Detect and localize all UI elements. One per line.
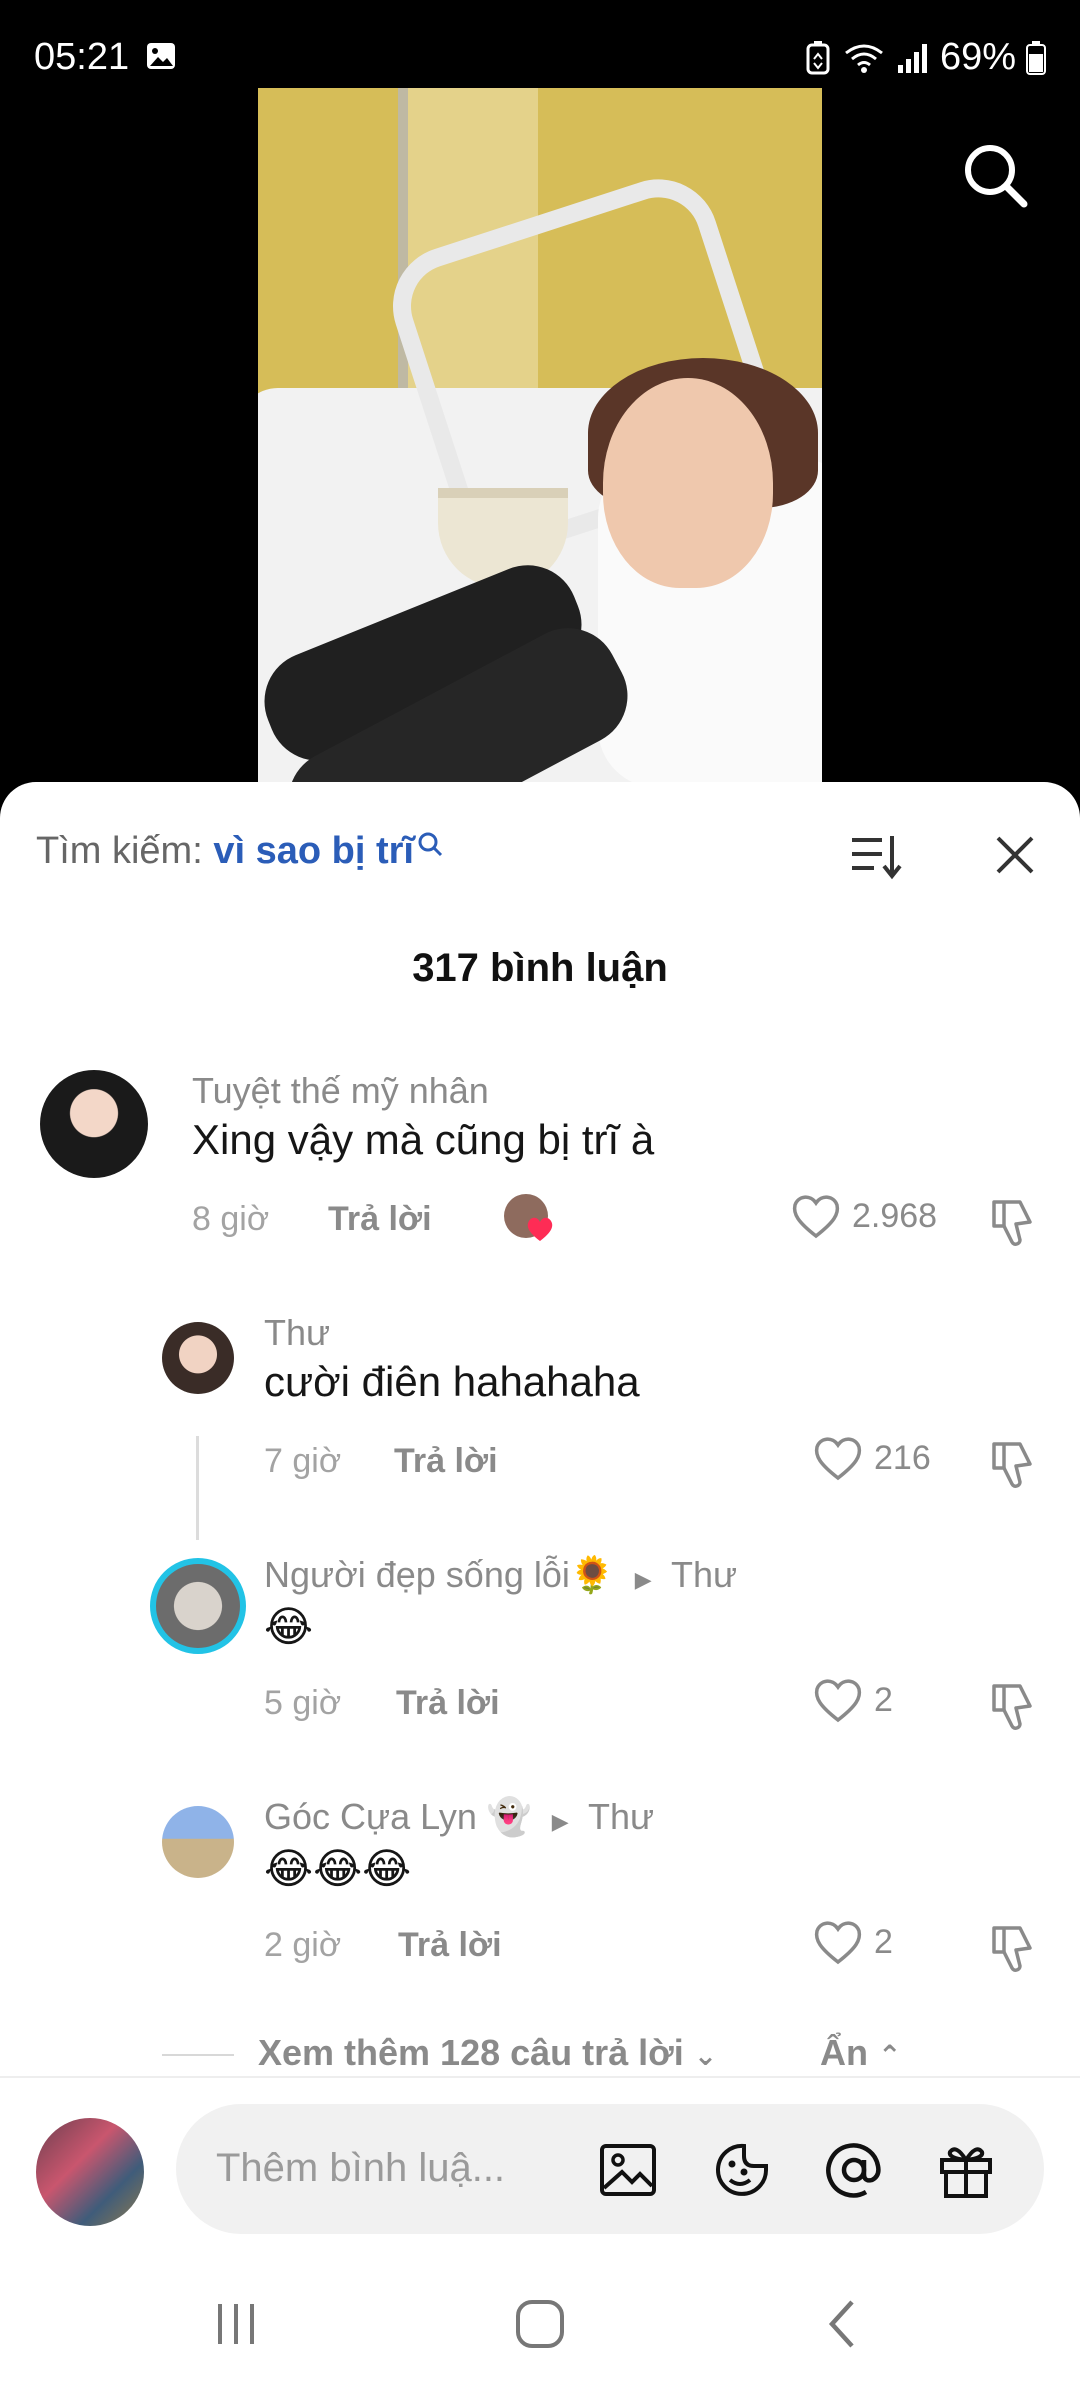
my-avatar[interactable] — [36, 2118, 144, 2226]
battery-icon — [1026, 40, 1046, 75]
signal-icon — [897, 43, 927, 73]
image-icon[interactable] — [596, 2138, 660, 2202]
chevron-down-icon: ⌄ — [693, 2040, 718, 2071]
reply-button[interactable]: Trả lời — [394, 1442, 498, 1481]
reply-to-user[interactable]: Thư — [671, 1554, 737, 1595]
thread-line — [196, 1436, 199, 1540]
search-suggestion[interactable]: Tìm kiếm: vì sao bị trĩ — [36, 830, 444, 873]
heart-icon — [792, 1195, 840, 1239]
comment-username[interactable]: Tuyệt thế mỹ nhân — [192, 1070, 489, 1112]
chevron-up-icon: ⌃ — [878, 2040, 902, 2071]
reply-button[interactable]: Trả lời — [328, 1200, 432, 1239]
view-more-label: Xem thêm 128 câu trả lời — [258, 2032, 684, 2073]
comment-text: 😂 — [264, 1603, 314, 1650]
home-icon[interactable] — [510, 2294, 570, 2354]
reply-arrow-icon: ▶ — [551, 1809, 569, 1834]
back-icon[interactable] — [814, 2294, 874, 2354]
system-nav-bar — [0, 2246, 1080, 2400]
avatar[interactable] — [150, 1558, 246, 1654]
heart-icon — [814, 1921, 862, 1965]
like-button[interactable]: 2.968 — [790, 1192, 937, 1240]
battery-saver-icon — [806, 40, 830, 74]
search-icon[interactable] — [960, 140, 1032, 212]
close-icon[interactable] — [990, 830, 1040, 880]
reply-button[interactable]: Trả lời — [396, 1684, 500, 1723]
like-button[interactable]: 2 — [812, 1676, 893, 1724]
reply-arrow-icon: ▶ — [634, 1567, 652, 1592]
hide-label: Ẩn — [820, 2032, 868, 2073]
battery-percent: 69% — [939, 36, 1016, 78]
heart-icon — [814, 1437, 862, 1481]
status-time: 05:21 — [34, 36, 130, 78]
username-text: Góc Cựa Lyn 👻 — [264, 1796, 532, 1837]
sort-icon[interactable] — [846, 826, 906, 886]
emoji-icon[interactable] — [710, 2138, 774, 2202]
comment-text: cười điên hahahaha — [264, 1358, 640, 1405]
heart-badge-icon — [527, 1217, 553, 1241]
comment-username[interactable]: Thư — [264, 1312, 330, 1354]
comment-time: 8 giờ — [192, 1200, 270, 1238]
search-query[interactable]: vì sao bị trĩ — [213, 830, 414, 872]
dislike-icon[interactable] — [986, 1920, 1042, 1976]
comment-username[interactable]: Góc Cựa Lyn 👻 ▶ Thư — [264, 1796, 654, 1838]
like-count: 2.968 — [852, 1196, 938, 1235]
comment-composer: Thêm bình luậ... — [0, 2076, 1080, 2248]
wifi-icon — [845, 44, 883, 73]
like-button[interactable]: 216 — [812, 1434, 931, 1482]
like-count: 2 — [874, 1922, 893, 1961]
search-label: Tìm kiếm: — [36, 830, 203, 872]
status-icons: 69% — [804, 36, 1046, 79]
avatar[interactable] — [162, 1806, 234, 1878]
mention-icon[interactable] — [822, 2138, 886, 2202]
like-button[interactable]: 2 — [812, 1918, 893, 1966]
avatar[interactable] — [40, 1070, 148, 1178]
username-text: Người đẹp sống lỗi🌻 — [264, 1554, 615, 1595]
reply-to-user[interactable]: Thư — [588, 1796, 654, 1837]
divider — [162, 2054, 234, 2056]
view-more-replies-button[interactable]: Xem thêm 128 câu trả lời ⌄ — [258, 2032, 717, 2074]
gift-icon[interactable] — [934, 2138, 998, 2202]
comment-input[interactable]: Thêm bình luậ... — [176, 2104, 1044, 2234]
recent-apps-icon[interactable] — [206, 2294, 266, 2354]
gallery-notification-icon — [147, 43, 175, 69]
dislike-icon[interactable] — [986, 1678, 1042, 1734]
dislike-icon[interactable] — [986, 1436, 1042, 1492]
like-count: 2 — [874, 1680, 893, 1719]
avatar[interactable] — [162, 1322, 234, 1394]
comment-input-placeholder: Thêm bình luậ... — [216, 2146, 506, 2190]
comment-time: 2 giờ — [264, 1926, 342, 1964]
dislike-icon[interactable] — [986, 1194, 1042, 1250]
heart-icon — [814, 1679, 862, 1723]
video-face — [603, 378, 773, 588]
comment-text: 😂😂😂 — [264, 1845, 412, 1892]
hide-replies-button[interactable]: Ẩn ⌃ — [820, 2032, 901, 2074]
comment-username[interactable]: Người đẹp sống lỗi🌻 ▶ Thư — [264, 1554, 737, 1596]
video-player[interactable] — [258, 88, 822, 808]
like-count: 216 — [874, 1438, 931, 1477]
creator-liked-badge — [504, 1194, 553, 1242]
comments-count: 317 bình luận — [412, 946, 668, 990]
reply-button[interactable]: Trả lời — [398, 1926, 502, 1965]
comment-time: 7 giờ — [264, 1442, 342, 1480]
comment-text: Xing vậy mà cũng bị trĩ à — [192, 1116, 655, 1163]
comment-time: 5 giờ — [264, 1684, 342, 1722]
search-mini-icon — [418, 832, 443, 857]
